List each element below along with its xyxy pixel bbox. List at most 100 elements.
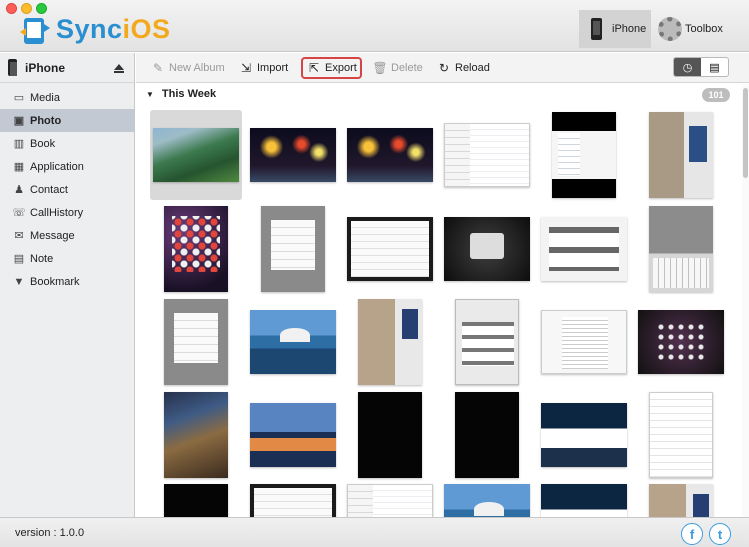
reload-icon: ↻ <box>438 61 450 75</box>
photo-thumbnail[interactable] <box>635 297 727 387</box>
vertical-scrollbar[interactable] <box>742 84 749 517</box>
sidebar-item-message[interactable]: ✉ Message <box>0 224 134 247</box>
photo-thumbnail[interactable] <box>538 484 630 517</box>
photo-thumbnail[interactable] <box>635 484 727 517</box>
photo-image <box>649 484 713 517</box>
photo-thumbnail[interactable] <box>441 204 533 294</box>
photo-image <box>358 299 422 385</box>
photo-thumbnail[interactable] <box>538 390 630 480</box>
photo-thumbnail[interactable] <box>344 204 436 294</box>
close-window-button[interactable] <box>6 3 17 14</box>
photo-image <box>541 403 627 467</box>
syncios-logo: SynciOS <box>18 12 170 48</box>
photo-image <box>250 128 336 182</box>
photo-thumbnail[interactable] <box>150 110 242 200</box>
photo-thumbnail[interactable] <box>150 484 242 517</box>
sidebar-item-label: Bookmark <box>30 275 80 288</box>
import-button[interactable]: ⇲ Import <box>238 58 288 78</box>
collapse-triangle-icon[interactable]: ▼ <box>146 90 154 99</box>
delete-label: Delete <box>391 62 423 74</box>
sidebar-item-label: CallHistory <box>30 206 84 219</box>
syncios-logo-icon <box>20 18 50 44</box>
sidebar-item-note[interactable]: ▤ Note <box>0 247 134 270</box>
facebook-icon[interactable]: f <box>681 523 703 545</box>
photo-image <box>649 392 713 478</box>
photo-image <box>649 206 713 292</box>
clock-icon[interactable]: ◷ <box>674 58 701 76</box>
photo-image <box>250 310 336 374</box>
tv-icon: ▭ <box>13 92 25 104</box>
photo-thumbnail[interactable] <box>538 204 630 294</box>
gear-icon <box>658 17 682 41</box>
device-header[interactable]: iPhone <box>0 53 134 83</box>
eject-icon[interactable] <box>114 64 124 73</box>
note-icon: ▤ <box>13 253 25 265</box>
sidebar-item-bookmark[interactable]: ▼ Bookmark <box>0 270 134 293</box>
sidebar-item-application[interactable]: ▦ Application <box>0 155 134 178</box>
photo-thumbnail[interactable] <box>344 390 436 480</box>
photo-image <box>250 403 336 467</box>
photo-thumbnail[interactable] <box>441 484 533 517</box>
view-toggle: ◷ ▤ <box>673 57 729 77</box>
sidebar-item-media[interactable]: ▭ Media <box>0 86 134 109</box>
photo-thumbnail[interactable] <box>344 484 436 517</box>
sidebar-item-contact[interactable]: ♟ Contact <box>0 178 134 201</box>
photo-thumbnail[interactable] <box>441 297 533 387</box>
new-album-button[interactable]: ✎ New Album <box>150 58 225 78</box>
bookmark-icon: ▼ <box>13 275 25 288</box>
section-title: This Week <box>161 88 217 100</box>
toolbar: ✎ New Album ⇲ Import ⇱ Export 🗑 Delete ↻… <box>136 53 749 83</box>
app-name: SynciOS <box>56 14 171 45</box>
reload-button[interactable]: ↻ Reload <box>436 58 490 78</box>
tab-iphone[interactable]: iPhone <box>579 10 651 48</box>
photo-thumbnail[interactable] <box>635 390 727 480</box>
app-grid-icon: ▦ <box>13 161 25 173</box>
syncios-window: SynciOS iPhone Toolbox iPhone ▭ Media ▣ Pho… <box>0 0 749 547</box>
section-header[interactable]: ▼ This Week <box>146 88 216 100</box>
photo-image <box>444 217 530 281</box>
photo-thumbnail[interactable] <box>150 204 242 294</box>
sidebar-item-book[interactable]: ▥ Book <box>0 132 134 155</box>
trash-icon: 🗑 <box>372 61 388 75</box>
photo-image <box>455 299 519 385</box>
photo-thumbnail[interactable] <box>538 110 630 200</box>
sidebar-item-callhistory[interactable]: ☏ CallHistory <box>0 201 134 224</box>
sidebar-item-label: Contact <box>30 183 68 196</box>
photo-thumbnail[interactable] <box>635 110 727 200</box>
export-button[interactable]: ⇱ Export <box>301 57 362 79</box>
tab-toolbox[interactable]: Toolbox <box>655 10 735 48</box>
photo-image <box>358 392 422 478</box>
photo-thumbnail[interactable] <box>635 204 727 294</box>
photo-thumbnail[interactable] <box>247 297 339 387</box>
title-bar: SynciOS iPhone Toolbox <box>0 0 749 52</box>
photo-thumbnail[interactable] <box>247 390 339 480</box>
photo-thumbnail[interactable] <box>344 297 436 387</box>
status-bar: version : 1.0.0 f t <box>0 517 749 547</box>
photo-thumbnail[interactable] <box>150 390 242 480</box>
photo-image <box>638 310 724 374</box>
import-label: Import <box>257 62 289 74</box>
sidebar-item-photo[interactable]: ▣ Photo <box>0 109 134 132</box>
photo-thumbnail[interactable] <box>247 484 339 517</box>
photo-image <box>347 217 433 281</box>
import-icon: ⇲ <box>240 61 252 75</box>
photo-image <box>164 299 228 385</box>
delete-button[interactable]: 🗑 Delete <box>372 58 423 78</box>
device-name: iPhone <box>25 60 66 75</box>
photo-thumbnail[interactable] <box>247 110 339 200</box>
photo-thumbnail[interactable] <box>344 110 436 200</box>
photo-thumbnail[interactable] <box>150 297 242 387</box>
photo-thumbnail[interactable] <box>247 204 339 294</box>
twitter-icon[interactable]: t <box>709 523 731 545</box>
scroll-thumb[interactable] <box>743 88 748 178</box>
photo-image <box>541 484 627 517</box>
iphone-icon <box>591 18 602 40</box>
list-icon[interactable]: ▤ <box>701 58 728 76</box>
app-name-sync: Sync <box>56 14 123 44</box>
photo-image <box>250 484 336 517</box>
photo-thumbnail[interactable] <box>538 297 630 387</box>
photo-image <box>164 484 228 517</box>
photo-thumbnail[interactable] <box>441 110 533 200</box>
photo-thumbnail[interactable] <box>441 390 533 480</box>
sidebar-item-label: Media <box>30 91 60 104</box>
